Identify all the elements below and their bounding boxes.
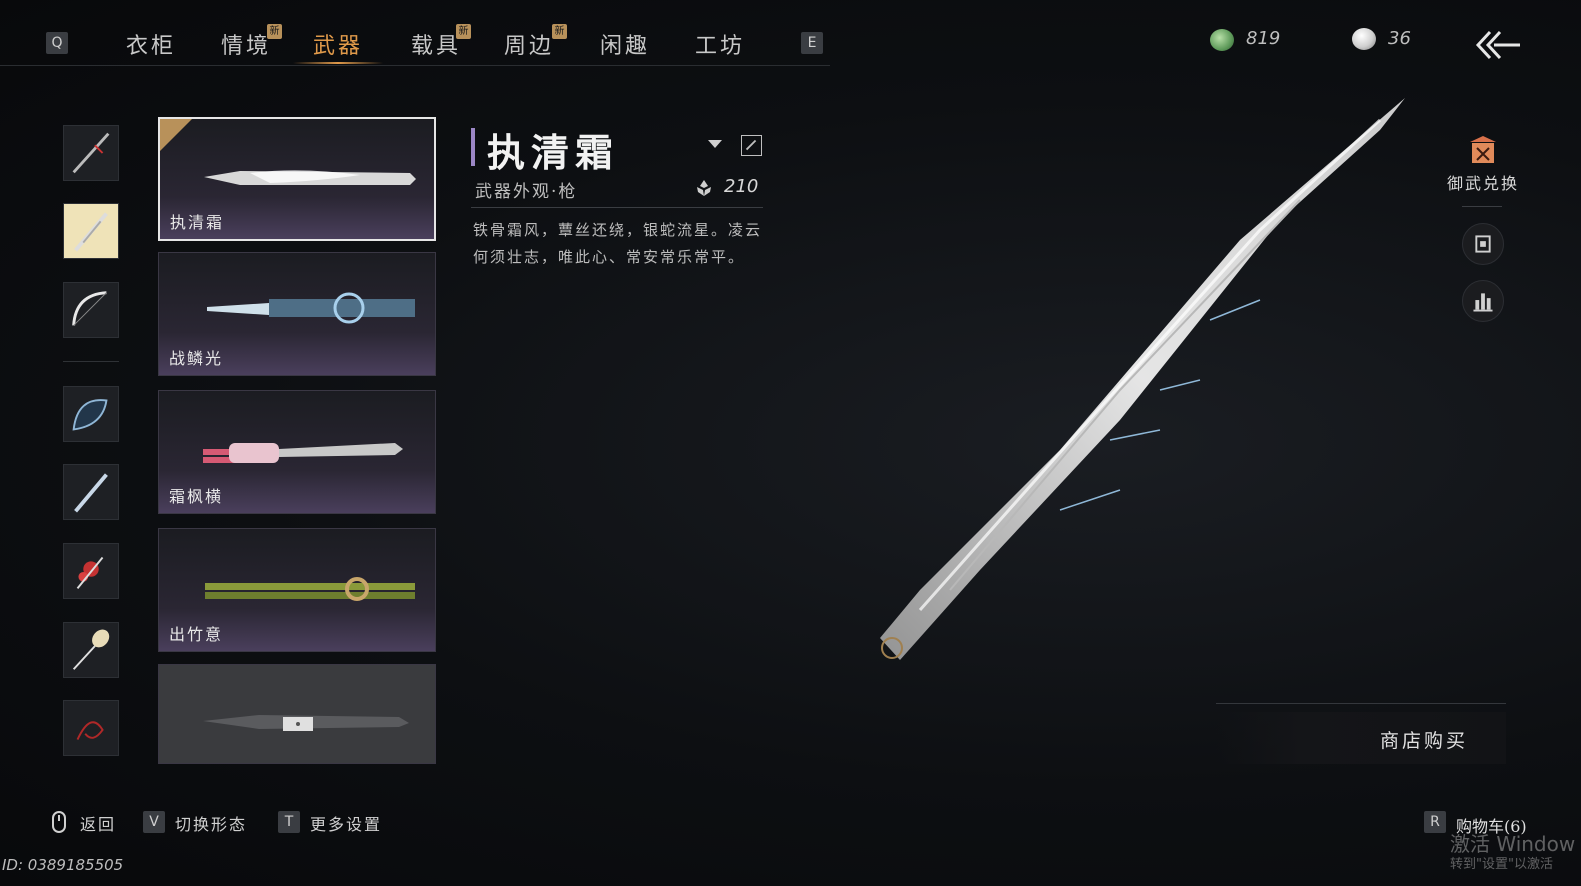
weapon-card-zhanlinguang[interactable]: 战鳞光 bbox=[158, 252, 436, 376]
jade-icon bbox=[1210, 29, 1234, 51]
new-badge: 新 bbox=[456, 24, 471, 39]
tab-vehicle[interactable]: 载具 bbox=[411, 28, 461, 60]
frame-icon bbox=[1475, 235, 1491, 253]
racket-category-icon[interactable] bbox=[63, 622, 119, 678]
weapon-subtitle: 武器外观·枪 bbox=[475, 182, 578, 202]
jade-count: 819 bbox=[1246, 28, 1281, 49]
shop-buy-label: 商店购买 bbox=[1379, 730, 1468, 752]
flower-category-icon[interactable] bbox=[63, 543, 119, 599]
top-nav: Q 衣柜 情境 新 武器 载具 新 周边 新 闲趣 工坊 E bbox=[0, 0, 830, 66]
exchange-label[interactable]: 御武兑换 bbox=[1447, 170, 1519, 194]
weapon-card-shuangfengheng[interactable]: 霜枫横 bbox=[158, 390, 436, 514]
weapon-score: 210 bbox=[724, 176, 759, 197]
tab-weapon[interactable]: 武器 bbox=[313, 28, 363, 60]
detail-divider bbox=[471, 207, 763, 208]
blade-category-icon[interactable] bbox=[63, 464, 119, 520]
ribbon-category-icon[interactable] bbox=[63, 700, 119, 756]
side-divider bbox=[1462, 206, 1502, 207]
tab-accessories[interactable]: 周边 bbox=[504, 28, 554, 60]
edit-icon[interactable] bbox=[741, 135, 762, 156]
tab-wardrobe[interactable]: 衣柜 bbox=[126, 28, 176, 60]
pearl-icon bbox=[1352, 28, 1376, 50]
weapon-name: 出竹意 bbox=[169, 625, 224, 644]
weapon-card-locked[interactable] bbox=[158, 664, 436, 764]
weapon-title: 执清霜 bbox=[487, 130, 620, 175]
activation-watermark-sub: 转到"设置"以激活 bbox=[1450, 857, 1553, 872]
title-accent-bar bbox=[471, 128, 475, 166]
tab-workshop[interactable]: 工坊 bbox=[695, 28, 745, 60]
category-divider bbox=[63, 361, 119, 362]
cart-key: R bbox=[1424, 811, 1446, 833]
switch-form-button[interactable]: 切换形态 bbox=[175, 811, 247, 835]
exchange-icon[interactable] bbox=[1466, 134, 1500, 166]
new-badge: 新 bbox=[267, 24, 282, 39]
weapon-name: 战鳞光 bbox=[169, 349, 224, 368]
more-settings-button[interactable]: 更多设置 bbox=[310, 811, 382, 835]
back-button[interactable]: 返回 bbox=[80, 811, 116, 835]
settings-key: T bbox=[278, 811, 300, 833]
fan-category-icon[interactable] bbox=[63, 386, 119, 442]
player-id: ID: 0389185505 bbox=[2, 856, 124, 874]
weapon-name: 执清霜 bbox=[170, 213, 225, 232]
spear-category-icon[interactable] bbox=[63, 125, 119, 181]
tab-scene[interactable]: 情境 bbox=[221, 28, 271, 60]
weapon-preview bbox=[203, 715, 409, 731]
new-badge: 新 bbox=[552, 24, 567, 39]
scroll-category-icon[interactable] bbox=[63, 203, 119, 259]
pearl-count: 36 bbox=[1388, 28, 1411, 49]
chevron-down-icon[interactable] bbox=[708, 140, 722, 148]
back-arrow-icon[interactable] bbox=[1474, 28, 1524, 62]
selected-check-icon bbox=[160, 119, 192, 151]
weapon-description: 铁骨霜风，蕈丝还绕，银蛇流星。凌云何须壮志，唯此心、常安常乐常平。 bbox=[473, 221, 763, 266]
weapon-name: 霜枫横 bbox=[169, 487, 224, 506]
stats-button[interactable] bbox=[1462, 280, 1504, 322]
switch-key: V bbox=[143, 811, 165, 833]
weapon-card-zhiqingshuang[interactable]: 执清霜 bbox=[158, 117, 436, 241]
tab-leisure[interactable]: 闲趣 bbox=[600, 28, 650, 60]
bow-category-icon[interactable] bbox=[63, 282, 119, 338]
prev-tab-key[interactable]: Q bbox=[46, 32, 68, 54]
weapon-card-chuzhuyi[interactable]: 出竹意 bbox=[158, 528, 436, 652]
mouse-icon bbox=[52, 811, 66, 833]
shop-divider bbox=[1216, 703, 1506, 704]
gallery-button[interactable] bbox=[1462, 223, 1504, 265]
weapon-3d-preview[interactable] bbox=[860, 90, 1420, 680]
bar-chart-icon bbox=[1473, 293, 1493, 312]
active-tab-underline bbox=[293, 62, 383, 64]
next-tab-key[interactable]: E bbox=[801, 32, 823, 54]
score-icon bbox=[697, 180, 711, 196]
shop-buy-button[interactable]: 商店购买 bbox=[1216, 712, 1506, 764]
